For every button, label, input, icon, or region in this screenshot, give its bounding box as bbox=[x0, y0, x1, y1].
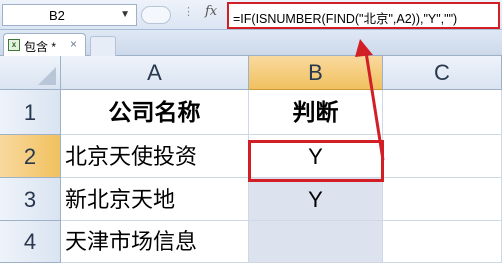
column-header-a[interactable]: A bbox=[61, 56, 249, 90]
cell-c4[interactable] bbox=[383, 221, 502, 263]
new-tab-button[interactable] bbox=[90, 36, 116, 56]
formula-text: =IF(ISNUMBER(FIND("北京",A2)),"Y","") bbox=[233, 12, 458, 26]
row-header-3[interactable]: 3 bbox=[0, 178, 61, 221]
row-header-4[interactable]: 4 bbox=[0, 221, 61, 263]
column-header-c[interactable]: C bbox=[383, 56, 502, 90]
cell-c1[interactable] bbox=[383, 90, 502, 135]
formula-bar: B2 ▼ ⋮ fx =IF(ISNUMBER(FIND("北京",A2)),"Y… bbox=[0, 0, 502, 30]
name-box[interactable]: B2 ▼ bbox=[2, 4, 137, 26]
select-all-corner[interactable] bbox=[0, 56, 61, 90]
column-header-b[interactable]: B bbox=[249, 56, 383, 90]
cell-a2[interactable]: 北京天使投资 bbox=[61, 135, 249, 178]
insert-function-icon[interactable]: fx bbox=[205, 4, 217, 19]
formula-input[interactable]: =IF(ISNUMBER(FIND("北京",A2)),"Y","") bbox=[227, 2, 500, 29]
close-icon[interactable]: × bbox=[70, 37, 77, 51]
tab-label: 包含 * bbox=[24, 40, 57, 54]
workbook-tab-strip: x 包含 * × bbox=[0, 30, 502, 56]
cell-c2[interactable] bbox=[383, 135, 502, 178]
excel-file-icon: x bbox=[8, 39, 20, 51]
cell-a1[interactable]: 公司名称 bbox=[61, 90, 249, 135]
spreadsheet-grid: A B C 1 2 3 4 公司名称 判断 北京天使投资 Y 新北京天地 Y 天… bbox=[0, 56, 502, 263]
row-header-1[interactable]: 1 bbox=[0, 90, 61, 135]
cell-a4[interactable]: 天津市场信息 bbox=[61, 221, 249, 263]
cell-b4[interactable] bbox=[249, 221, 383, 263]
cell-c3[interactable] bbox=[383, 178, 502, 221]
cell-b1[interactable]: 判断 bbox=[249, 90, 383, 135]
chevron-down-icon[interactable]: ▼ bbox=[120, 9, 130, 20]
cell-b2[interactable]: Y bbox=[249, 135, 383, 178]
divider-dots-icon: ⋮ bbox=[183, 6, 195, 18]
row-header-2[interactable]: 2 bbox=[0, 135, 61, 178]
name-box-value: B2 bbox=[49, 8, 65, 23]
tab-workbook[interactable]: x 包含 * × bbox=[3, 33, 86, 56]
select-all-triangle-icon bbox=[38, 67, 56, 85]
cell-a3[interactable]: 新北京天地 bbox=[61, 178, 249, 221]
cell-b3[interactable]: Y bbox=[249, 178, 383, 221]
formula-bar-control[interactable] bbox=[141, 6, 171, 24]
